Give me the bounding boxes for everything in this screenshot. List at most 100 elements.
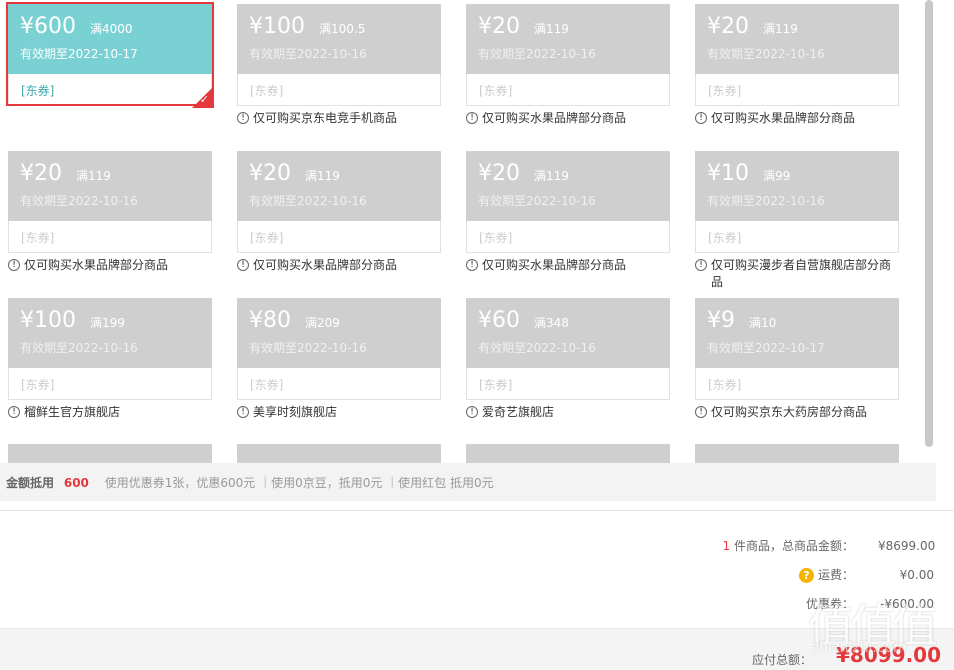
coupon-validity: 有效期至2022-10-16 [249,47,367,61]
coupon-restriction-text: 爱奇艺旗舰店 [482,405,555,419]
coupon-card[interactable]: ¥20 满119 有效期至2022-10-16 [东券]! 仅可购买水果品牌部分商品 [466,1,670,127]
coupon-card-partial[interactable] [695,441,899,463]
coupon-validity: 有效期至2022-10-16 [249,194,367,208]
coupon-face: ¥600 满4000 有效期至2022-10-17 [8,4,212,74]
coupon-validity: 有效期至2022-10-17 [707,341,825,355]
coupon-type-tag: [东券] [8,368,212,400]
discount-value: 600 [63,476,89,490]
coupon-restriction: ! 仅可购买水果品牌部分商品 [466,110,670,127]
coupon-restriction-text: 仅可购买京东大药房部分商品 [711,405,868,419]
shipping-value: ¥0.00 [899,567,934,582]
coupon-deduction-row: 优惠券： -¥600.00 [806,595,934,612]
coupon-card[interactable]: ¥20 满119 有效期至2022-10-16 [东券]! 仅可购买水果品牌部分商品 [237,148,441,274]
coupon-validity: 有效期至2022-10-16 [478,341,596,355]
coupon-card-partial[interactable] [237,441,441,463]
help-icon[interactable]: ? [798,568,814,583]
coupon-card-partial[interactable] [8,441,212,463]
coupon-restriction-text: 仅可购买水果品牌部分商品 [482,258,627,272]
coupon-face: ¥20 满119 有效期至2022-10-16 [466,1,670,74]
coupon-validity: 有效期至2022-10-17 [20,47,138,61]
info-icon: ! [237,112,249,124]
payable-bar: 应付总额： ¥8099.00 [0,628,954,670]
coupon-condition: 满119 [763,22,798,36]
coupon-amount: ¥10 [707,161,749,186]
coupon-list: ¥600 满4000 有效期至2022-10-17 [东券] ✓ ¥100 满100.5 有效… [0,0,936,463]
coupon-restriction-text: 仅可购买水果品牌部分商品 [482,111,627,125]
coupon-validity: 有效期至2022-10-16 [478,194,596,208]
discount-label: 金额抵用 [6,476,55,490]
coupon-list-scrollbar[interactable] [925,0,933,447]
coupon-type-tag: [东券] [8,221,212,253]
coupon-face: ¥20 满119 有效期至2022-10-16 [237,148,441,221]
coupon-face: ¥10 满99 有效期至2022-10-16 [695,148,899,221]
coupon-restriction-text: 美享时刻旗舰店 [253,405,338,419]
info-icon: ! [237,259,249,271]
coupon-type-tag: [东券] [695,368,899,400]
coupon-card[interactable]: ¥100 满199 有效期至2022-10-16 [东券]! 榴鲜生官方旗舰店 [8,295,212,421]
shipping-row: ? 运费： ¥0.00 [798,566,934,583]
coupon-restriction-text: 仅可购买水果品牌部分商品 [253,258,398,272]
coupon-card[interactable]: ¥80 满209 有效期至2022-10-16 [东券]! 美享时刻旗舰店 [237,295,441,421]
coupon-restriction: ! 美享时刻旗舰店 [237,404,441,421]
coupon-validity: 有效期至2022-10-16 [707,194,825,208]
coupon-amount: ¥20 [478,14,520,39]
coupon-validity: 有效期至2022-10-16 [707,47,825,61]
coupon-card[interactable]: ¥20 满119 有效期至2022-10-16 [东券]! 仅可购买水果品牌部分商品 [8,148,212,274]
coupon-condition: 满209 [305,316,340,330]
coupon-validity: 有效期至2022-10-16 [249,341,367,355]
coupon-condition: 满199 [90,316,125,330]
coupon-card[interactable]: ¥20 满119 有效期至2022-10-16 [东券]! 仅可购买水果品牌部分商品 [466,148,670,274]
coupon-condition: 满10 [749,316,777,330]
info-icon: ! [466,259,478,271]
info-icon: ! [466,112,478,124]
discount-summary-bar: 金额抵用 600 使用优惠券1张，优惠600元 ｜使用0京豆，抵用0元 ｜使用红… [0,463,936,501]
coupon-face: ¥20 满119 有效期至2022-10-16 [8,148,212,221]
coupon-card-partial[interactable] [466,441,670,463]
coupon-face: ¥100 满199 有效期至2022-10-16 [8,295,212,368]
coupon-card[interactable]: ¥100 满100.5 有效期至2022-10-16 [东券]! 仅可购买京东电竞手机商… [237,1,441,127]
coupon-condition: 满4000 [90,22,133,36]
coupon-type-tag: [东券] [8,74,212,106]
payable-value: ¥8099.00 [836,643,942,667]
coupon-type-tag: [东券] [466,74,670,106]
coupon-condition: 满100.5 [319,22,366,36]
coupon-condition: 满119 [534,169,569,183]
coupon-condition: 满348 [534,316,569,330]
coupon-restriction: ! 仅可购买水果品牌部分商品 [237,257,441,274]
coupon-card[interactable]: ¥10 满99 有效期至2022-10-16 [东券] ! 仅可购买漫步者自营旗舰店部分商… [695,148,899,291]
coupon-card[interactable]: ¥20 满119 有效期至2022-10-16 [东券]! 仅可购买水果品牌部分商品 [695,1,899,127]
coupon-restriction-text: 仅可购买漫步者自营旗舰店部分商品 [711,258,892,289]
info-icon: ! [237,406,249,418]
section-divider [0,510,954,511]
coupon-validity: 有效期至2022-10-16 [20,341,138,355]
coupon-face: ¥20 满119 有效期至2022-10-16 [466,148,670,221]
coupon-deduction-label: 优惠券： [805,597,854,611]
coupon-restriction: ! 仅可购买水果品牌部分商品 [695,110,899,127]
coupon-restriction-text: 仅可购买水果品牌部分商品 [711,111,856,125]
coupon-type-tag: [东券] [237,368,441,400]
coupon-amount: ¥600 [20,14,76,39]
coupon-amount: ¥20 [707,14,749,39]
info-icon: ! [466,406,478,418]
coupon-validity: 有效期至2022-10-16 [20,194,138,208]
coupon-type-tag: [东券] [466,221,670,253]
coupon-card[interactable]: ¥9 满10 有效期至2022-10-17 [东券]! 仅可购买京东大药房部分商品 [695,295,899,421]
coupon-restriction: ! 仅可购买漫步者自营旗舰店部分商品 [695,257,899,291]
coupon-type-tag: [东券] [695,221,899,253]
coupon-restriction: ! 仅可购买京东电竞手机商品 [237,110,441,127]
coupon-type-tag: [东券] [237,74,441,106]
coupon-face: ¥20 满119 有效期至2022-10-16 [695,1,899,74]
coupon-deduction-value: -¥600.00 [880,596,934,611]
coupon-condition: 满119 [534,22,569,36]
coupon-validity: 有效期至2022-10-16 [478,47,596,61]
item-count: 1 [722,539,731,553]
info-icon: ! [695,406,707,418]
coupon-amount: ¥20 [249,161,291,186]
coupon-condition: 满119 [305,169,340,183]
coupon-card[interactable]: ¥600 满4000 有效期至2022-10-17 [东券] ✓ [6,2,214,108]
checkmark-icon: ✓ [199,93,209,106]
info-icon: ! [8,406,20,418]
goods-amount-row: 1 件商品，总商品金额： ¥8699.00 [722,537,936,554]
coupon-card[interactable]: ¥60 满348 有效期至2022-10-16 [东券]! 爱奇艺旗舰店 [466,295,670,421]
coupon-restriction: ! 仅可购买水果品牌部分商品 [466,257,670,274]
